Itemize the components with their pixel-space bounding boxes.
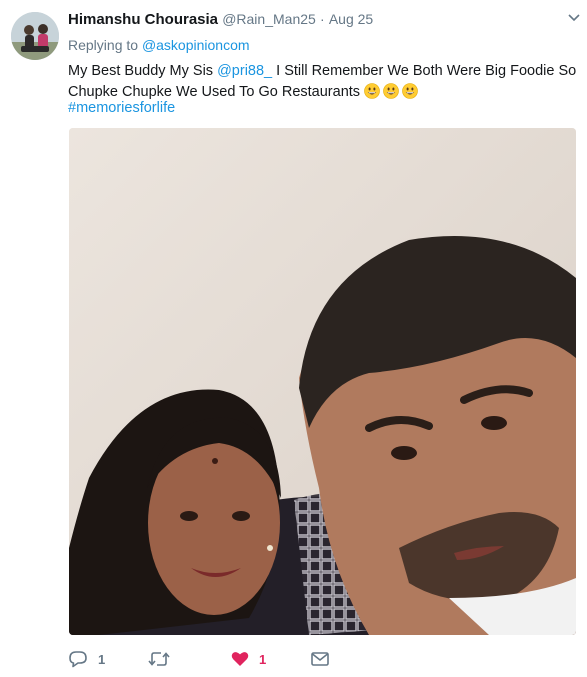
tweet-photo[interactable]	[69, 128, 576, 635]
like-action[interactable]: 1	[231, 648, 266, 670]
avatar[interactable]	[11, 12, 59, 60]
retweet-action[interactable]	[148, 648, 180, 670]
heart-icon[interactable]	[231, 651, 249, 667]
grinning-face-emoji	[364, 83, 380, 99]
author-name[interactable]: Himanshu Chourasia	[68, 11, 218, 28]
tweet-header: Himanshu Chourasia @Rain_Man25 · Aug 25	[68, 11, 567, 31]
tweet: Himanshu Chourasia @Rain_Man25 · Aug 25 …	[0, 0, 587, 677]
reply-action[interactable]: 1	[68, 648, 105, 670]
tweet-text-part1: My Best Buddy My Sis	[68, 63, 218, 79]
replying-to-link[interactable]: @askopinioncom	[142, 37, 250, 53]
retweet-icon[interactable]	[148, 650, 170, 668]
direct-message-action[interactable]	[311, 648, 329, 670]
replying-label: Replying to	[68, 37, 142, 53]
separator-dot: ·	[319, 11, 325, 27]
envelope-icon[interactable]	[311, 652, 329, 666]
author-handle[interactable]: @Rain_Man25	[222, 11, 316, 27]
like-count: 1	[259, 651, 267, 667]
mention-link[interactable]: @pri88_	[217, 63, 272, 79]
hashtag-link[interactable]: #memoriesforlife	[68, 100, 175, 116]
reply-icon[interactable]	[68, 650, 88, 668]
grinning-face-emoji	[402, 83, 418, 99]
tweet-actions: 1 1	[68, 648, 568, 670]
tweet-text: My Best Buddy My Sis @pri88_ I Still Rem…	[68, 61, 578, 103]
chevron-down-icon[interactable]	[567, 12, 581, 24]
replying-to: Replying to @askopinioncom	[68, 37, 250, 53]
grinning-face-emoji	[383, 83, 399, 99]
reply-count: 1	[98, 651, 106, 667]
tweet-timestamp[interactable]: Aug 25	[329, 11, 373, 27]
